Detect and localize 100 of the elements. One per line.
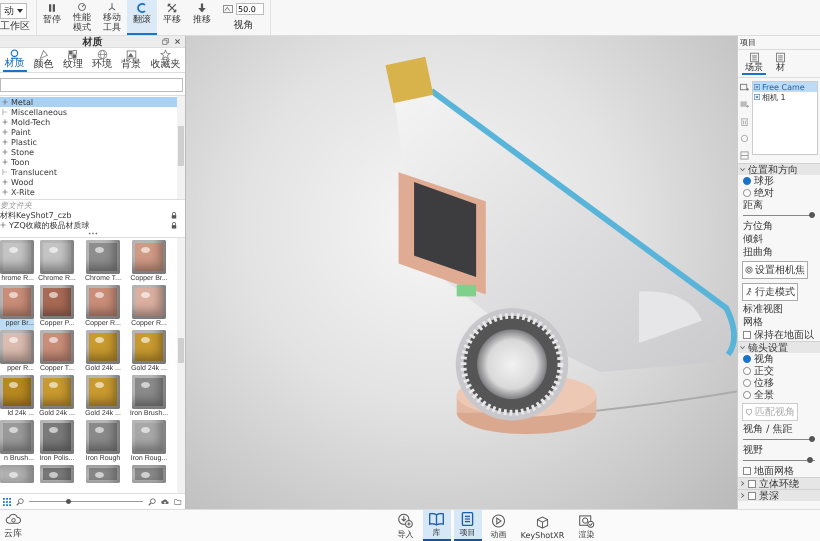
tree-item[interactable]: X-Rite — [0, 187, 177, 197]
plus-icon[interactable] — [2, 119, 8, 125]
restore-icon[interactable] — [162, 38, 169, 45]
library-tab[interactable]: 材质 — [2, 48, 27, 72]
camera-item[interactable]: 相机 1 — [753, 92, 817, 102]
toolbar-button[interactable]: 移动 工具 — [97, 0, 127, 35]
toolbar-button[interactable]: 平移 — [157, 0, 187, 35]
panel-button[interactable]: 设置相机焦 — [742, 261, 808, 279]
radio-option[interactable]: 绝对 — [738, 187, 820, 199]
section-header[interactable]: 立体环绕 — [738, 477, 820, 489]
thumbnail-size-slider[interactable] — [29, 498, 143, 504]
radio-button[interactable] — [743, 177, 751, 185]
checkbox[interactable] — [743, 331, 751, 339]
library-tab[interactable]: 收藏夹 — [148, 48, 182, 72]
toolbar-button[interactable]: 暂停 — [37, 0, 67, 35]
section-header[interactable]: 镜头设置 — [738, 341, 820, 353]
toolbar-button[interactable]: 推移 — [187, 0, 217, 35]
project-tab[interactable]: 场景 — [742, 52, 766, 75]
tree-item[interactable]: Toon — [0, 157, 177, 167]
checkbox[interactable] — [748, 480, 756, 488]
plus-icon[interactable] — [2, 179, 8, 185]
radio-button[interactable] — [743, 355, 751, 363]
add-camera-icon[interactable] — [740, 83, 749, 92]
field-label: 视角 / 焦距 — [742, 423, 793, 436]
tree-item[interactable]: Wood — [0, 177, 177, 187]
cloud-upload-icon[interactable] — [161, 498, 169, 506]
zoom-in-icon[interactable] — [148, 498, 156, 506]
section-header[interactable]: 景深 — [738, 489, 820, 501]
radio-button[interactable] — [743, 367, 751, 375]
radio-option[interactable]: 位移 — [738, 377, 820, 389]
dock-button[interactable]: 项目 — [454, 510, 482, 541]
close-icon[interactable] — [174, 38, 181, 45]
radio-option[interactable]: 正交 — [738, 365, 820, 377]
tree-item[interactable]: Mold-Tech — [0, 117, 177, 127]
panel-title: 项目 — [738, 36, 820, 50]
dock-button[interactable]: 导入 — [392, 510, 420, 541]
folder-item[interactable]: YZQ收藏的极品材质球 — [0, 220, 185, 230]
dock-button[interactable]: 库 — [422, 510, 451, 541]
image-icon — [126, 49, 137, 60]
plus-icon[interactable] — [2, 129, 8, 135]
checkbox[interactable] — [743, 467, 751, 475]
reset-icon[interactable] — [740, 134, 749, 143]
toolbar-button[interactable]: 性能 模式 — [67, 0, 97, 35]
globe-icon — [96, 49, 108, 60]
tree-item[interactable]: Miscellaneous — [0, 107, 177, 117]
checkbox-option[interactable]: 地面网格 — [738, 465, 820, 477]
save-icon[interactable] — [740, 151, 749, 160]
radio-button[interactable] — [743, 391, 751, 399]
camera-item[interactable]: Free Came — [753, 82, 817, 92]
radio-option[interactable]: 球形 — [738, 175, 820, 187]
project-tab[interactable]: 材 — [772, 52, 789, 75]
library-tab[interactable]: 背景 — [119, 48, 144, 72]
slider[interactable] — [743, 212, 815, 218]
cloud-library-button[interactable]: 云库 — [0, 510, 26, 541]
view-angle-input[interactable]: 50.0 — [236, 3, 264, 15]
tree-item[interactable]: Translucent — [0, 167, 177, 177]
plus-icon[interactable] — [2, 99, 8, 105]
library-tab[interactable]: 环境 — [90, 48, 114, 72]
library-tab[interactable]: 颜色 — [32, 48, 56, 72]
field-label: 网格 — [742, 316, 763, 329]
radio-option[interactable]: 全景 — [738, 389, 820, 401]
scrollbar[interactable] — [177, 96, 185, 199]
delete-icon[interactable] — [740, 117, 749, 126]
plus-icon[interactable] — [2, 139, 8, 145]
plus-icon[interactable] — [0, 222, 6, 228]
zoom-out-icon[interactable] — [16, 498, 24, 506]
plus-icon[interactable] — [2, 159, 8, 165]
toolbar-button[interactable]: 翻滚 — [127, 0, 157, 35]
dock-button[interactable]: 渲染 — [572, 510, 600, 541]
checkbox-option[interactable]: 保持在地面以 — [738, 329, 820, 341]
tree-item[interactable]: Plastic — [0, 137, 177, 147]
tree-item[interactable]: Paint — [0, 127, 177, 137]
grid-view-icon[interactable] — [3, 498, 11, 506]
workspace-dropdown[interactable]: 动 — [0, 3, 27, 19]
slider[interactable] — [743, 436, 815, 442]
search-field[interactable] — [0, 78, 183, 92]
dock-button[interactable]: 动画 — [484, 510, 513, 541]
library-tab[interactable]: 纹理 — [60, 48, 85, 72]
checkbox[interactable] — [748, 492, 756, 500]
section-header[interactable]: 位置和方向 — [738, 163, 820, 175]
scrollbar[interactable] — [177, 238, 185, 493]
plus-icon[interactable] — [2, 149, 8, 155]
duplicate-camera-icon[interactable] — [740, 100, 749, 109]
walking-person-icon — [745, 288, 753, 296]
dock-button[interactable]: KeyShotXR — [516, 510, 570, 541]
slider[interactable] — [743, 457, 815, 463]
field-label: 标准视图 — [742, 303, 783, 316]
radio-button[interactable] — [743, 189, 751, 197]
radio-button[interactable] — [743, 379, 751, 387]
folder-item[interactable]: 材料KeyShot7_czb — [0, 210, 185, 220]
plus-icon[interactable] — [2, 189, 8, 195]
field-label: 视野 — [742, 444, 763, 457]
tree-item[interactable]: Metal — [0, 97, 177, 107]
panel-button[interactable]: 行走模式 — [742, 283, 798, 301]
splitter-grip-icon[interactable] — [88, 232, 98, 235]
list-icon — [748, 52, 760, 63]
radio-option[interactable]: 视角 — [738, 353, 820, 365]
render-viewport[interactable] — [186, 36, 737, 509]
tree-item[interactable]: Stone — [0, 147, 177, 157]
folder-icon[interactable] — [174, 498, 182, 506]
